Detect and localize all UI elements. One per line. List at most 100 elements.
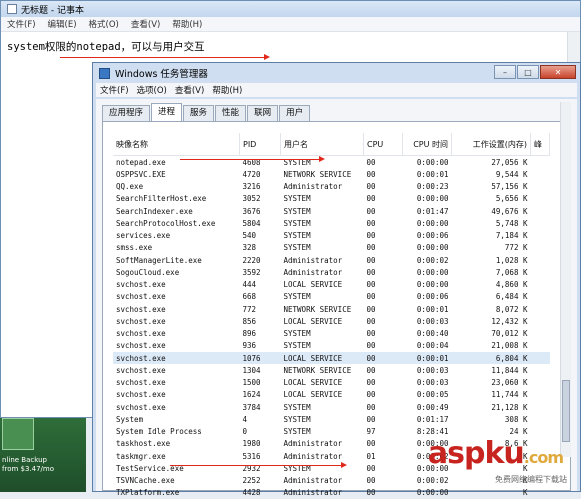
tab-services[interactable]: 服务 xyxy=(183,105,215,121)
cell-cpu-time: 0:00:00 xyxy=(416,267,449,277)
table-row[interactable]: QQ.exe 3216 Administrator 00 0:00:23 57,156 K xyxy=(113,181,550,193)
table-row[interactable]: System 4 SYSTEM 00 0:01:17 308 K xyxy=(113,413,550,425)
table-row[interactable]: svchost.exe 896 SYSTEM 00 0:00:40 70,012 K xyxy=(113,328,550,340)
watermark-accent: ku xyxy=(484,436,524,471)
notepad-menu-view[interactable]: 查看(V) xyxy=(125,18,166,30)
table-row[interactable]: SearchIndexer.exe 3676 SYSTEM 00 0:01:47 49,6… xyxy=(113,205,550,217)
cell-cpu: 00 xyxy=(366,243,376,253)
cell-cpu-time: 0:00:06 xyxy=(416,231,449,241)
cell-image-name: QQ.exe xyxy=(116,182,144,192)
cell-cpu-time: 0:00:40 xyxy=(416,329,449,339)
cell-peak xyxy=(531,181,550,193)
cell-image-name: svchost.exe xyxy=(116,316,166,326)
cell-image-name: notepad.exe xyxy=(116,157,166,167)
table-row[interactable]: TXPlatform.exe 4428 Administrator 00 0:00:00… xyxy=(113,487,550,499)
tab-users[interactable]: 用户 xyxy=(279,105,311,121)
col-pid[interactable]: PID xyxy=(239,133,281,156)
cell-cpu: 00 xyxy=(366,414,376,424)
notepad-text-area[interactable]: system权限的notepad，可以与用户交互 xyxy=(7,39,205,54)
notepad-menubar: 文件(F) 编辑(E) 格式(O) 查看(V) 帮助(H) xyxy=(1,17,580,32)
table-row[interactable]: svchost.exe 772 NETWORK SERVICE 00 0:00:01 8,… xyxy=(113,303,550,315)
table-row[interactable]: svchost.exe 936 SYSTEM 00 0:00:04 21,008 K xyxy=(113,340,550,352)
cell-image-name: System xyxy=(116,414,144,424)
tm-menu-options[interactable]: 选项(O) xyxy=(133,84,171,96)
table-row[interactable]: svchost.exe 3784 SYSTEM 00 0:00:49 21,128 K xyxy=(113,401,550,413)
cell-cpu: 00 xyxy=(366,292,376,302)
cell-image-name: svchost.exe xyxy=(116,280,166,290)
cell-peak xyxy=(531,230,550,242)
table-row[interactable]: svchost.exe 1076 LOCAL SERVICE 00 0:00:01 6,8… xyxy=(113,352,550,365)
table-row[interactable]: smss.exe 328 SYSTEM 00 0:00:00 772 K xyxy=(113,242,550,254)
cell-cpu: 00 xyxy=(366,488,376,498)
cell-pid: 2220 xyxy=(242,255,261,265)
cell-cpu: 01 xyxy=(366,451,376,461)
tab-applications[interactable]: 应用程序 xyxy=(102,105,151,121)
col-cpu-time[interactable]: CPU 时间 xyxy=(402,133,452,156)
minimize-button[interactable]: – xyxy=(494,65,516,79)
tm-menu-file[interactable]: 文件(F) xyxy=(96,84,133,96)
col-username[interactable]: 用户名 xyxy=(280,133,364,156)
cell-username: SYSTEM xyxy=(283,292,311,302)
notepad-menu-help[interactable]: 帮助(H) xyxy=(166,18,208,30)
table-row[interactable]: TSVNCache.exe 2252 Administrator 00 0:00:02 K xyxy=(113,475,550,487)
cell-image-name: svchost.exe xyxy=(116,329,166,339)
cell-pid: 4720 xyxy=(242,169,261,179)
cell-username: LOCAL SERVICE xyxy=(280,352,364,365)
table-row[interactable]: svchost.exe 444 LOCAL SERVICE 00 0:00:00 4,86… xyxy=(113,279,550,291)
cell-cpu: 00 xyxy=(363,352,403,365)
cell-pid: 444 xyxy=(242,280,257,290)
process-scrollbar-thumb[interactable] xyxy=(562,380,570,442)
col-cpu[interactable]: CPU xyxy=(363,133,403,156)
cell-pid: 3592 xyxy=(242,267,261,277)
cell-image-name: svchost.exe xyxy=(116,378,166,388)
table-row[interactable]: svchost.exe 668 SYSTEM 00 0:00:06 6,484 K xyxy=(113,291,550,303)
cell-cpu: 00 xyxy=(366,255,376,265)
cell-cpu-time: 0:00:00 xyxy=(416,280,449,290)
desktop-app-icon[interactable] xyxy=(2,418,34,450)
cell-image-name: SearchIndexer.exe xyxy=(116,206,193,216)
task-manager-menubar: 文件(F) 选项(O) 查看(V) 帮助(H) xyxy=(96,83,577,97)
table-row[interactable]: svchost.exe 856 LOCAL SERVICE 00 0:00:03 12,4… xyxy=(113,315,550,327)
col-image-name[interactable]: 映像名称 xyxy=(113,133,240,156)
notepad-title: 无标题 - 记事本 xyxy=(21,5,84,16)
table-row[interactable]: svchost.exe 1500 LOCAL SERVICE 00 0:00:03 23,… xyxy=(113,377,550,389)
table-row[interactable]: svchost.exe 1304 NETWORK SERVICE 00 0:00:03 1… xyxy=(113,364,550,376)
tab-performance[interactable]: 性能 xyxy=(215,105,247,121)
cell-cpu: 00 xyxy=(366,218,376,228)
table-row[interactable]: services.exe 540 SYSTEM 00 0:00:06 7,184 K xyxy=(113,230,550,242)
notepad-menu-format[interactable]: 格式(O) xyxy=(83,18,125,30)
table-row[interactable]: OSPPSVC.EXE 4720 NETWORK SERVICE 00 0:00:01 9… xyxy=(113,168,550,180)
cell-cpu: 00 xyxy=(366,194,376,204)
table-row[interactable]: SogouCloud.exe 3592 Administrator 00 0:00:00… xyxy=(113,266,550,278)
table-row[interactable]: SearchProtocolHost.exe 5804 SYSTEM 00 0:00:0… xyxy=(113,217,550,229)
cell-cpu: 00 xyxy=(366,341,376,351)
cell-cpu-time: 0:00:23 xyxy=(416,182,449,192)
cell-peak xyxy=(530,352,550,365)
cell-cpu: 00 xyxy=(366,329,376,339)
cell-image-name: svchost.exe xyxy=(116,341,166,351)
close-button[interactable]: ✕ xyxy=(540,65,576,79)
tm-menu-view[interactable]: 查看(V) xyxy=(171,84,208,96)
tm-menu-help[interactable]: 帮助(H) xyxy=(208,84,246,96)
table-row[interactable]: notepad.exe 4608 SYSTEM 00 0:00:00 27,056 K xyxy=(113,156,550,169)
cell-image-name: SearchFilterHost.exe xyxy=(116,194,207,204)
tab-processes[interactable]: 进程 xyxy=(151,103,183,121)
task-manager-title: Windows 任务管理器 xyxy=(115,69,208,80)
table-row[interactable]: svchost.exe 1624 LOCAL SERVICE 00 0:00:05 11,… xyxy=(113,389,550,401)
cell-memory: 308 K xyxy=(504,414,528,424)
cell-cpu: 00 xyxy=(366,169,376,179)
col-memory[interactable]: 工作设置(内存) xyxy=(451,133,531,156)
maximize-button[interactable]: □ xyxy=(517,65,539,79)
cell-username: LOCAL SERVICE xyxy=(283,378,343,388)
table-row[interactable]: SoftManagerLite.exe 2220 Administrator 00 0:… xyxy=(113,254,550,266)
tab-networking[interactable]: 联网 xyxy=(247,105,279,121)
cell-peak xyxy=(531,279,550,291)
table-row[interactable]: SearchFilterHost.exe 3052 SYSTEM 00 0:00:00 5… xyxy=(113,193,550,205)
cell-image-name: services.exe xyxy=(116,231,171,241)
notepad-menu-file[interactable]: 文件(F) xyxy=(1,18,42,30)
task-manager-icon xyxy=(99,67,110,79)
col-peak[interactable]: 峰 xyxy=(530,133,550,156)
cell-cpu: 00 xyxy=(366,267,376,277)
notepad-titlebar[interactable]: 无标题 - 记事本 xyxy=(1,1,580,17)
notepad-menu-edit[interactable]: 编辑(E) xyxy=(42,18,83,30)
